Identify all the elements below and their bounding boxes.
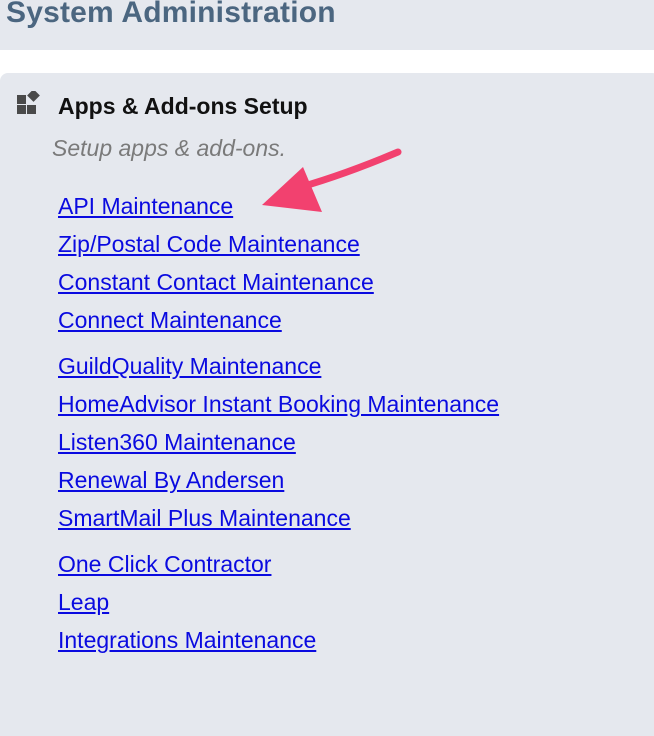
homeadvisor-instant-booking-maintenance-link[interactable]: HomeAdvisor Instant Booking Maintenance	[58, 391, 499, 418]
header-band: System Administration	[0, 0, 654, 50]
api-maintenance-link[interactable]: API Maintenance	[58, 193, 233, 220]
guildquality-maintenance-link[interactable]: GuildQuality Maintenance	[58, 353, 321, 380]
integrations-maintenance-link[interactable]: Integrations Maintenance	[58, 627, 316, 654]
apps-addons-icon	[17, 91, 40, 114]
zip-postal-code-maintenance-link[interactable]: Zip/Postal Code Maintenance	[58, 231, 360, 258]
one-click-contractor-link[interactable]: One Click Contractor	[58, 551, 271, 578]
renewal-by-andersen-link[interactable]: Renewal By Andersen	[58, 467, 284, 494]
connect-maintenance-link[interactable]: Connect Maintenance	[58, 307, 282, 334]
listen360-maintenance-link[interactable]: Listen360 Maintenance	[58, 429, 296, 456]
section-description: Setup apps & add-ons.	[52, 135, 286, 161]
leap-link[interactable]: Leap	[58, 589, 109, 616]
page-title: System Administration	[6, 0, 336, 29]
page: System Administration Apps & Add-ons Set…	[0, 0, 654, 736]
section-title: Apps & Add-ons Setup	[58, 93, 308, 119]
smartmail-plus-maintenance-link[interactable]: SmartMail Plus Maintenance	[58, 505, 351, 532]
constant-contact-maintenance-link[interactable]: Constant Contact Maintenance	[58, 269, 374, 296]
